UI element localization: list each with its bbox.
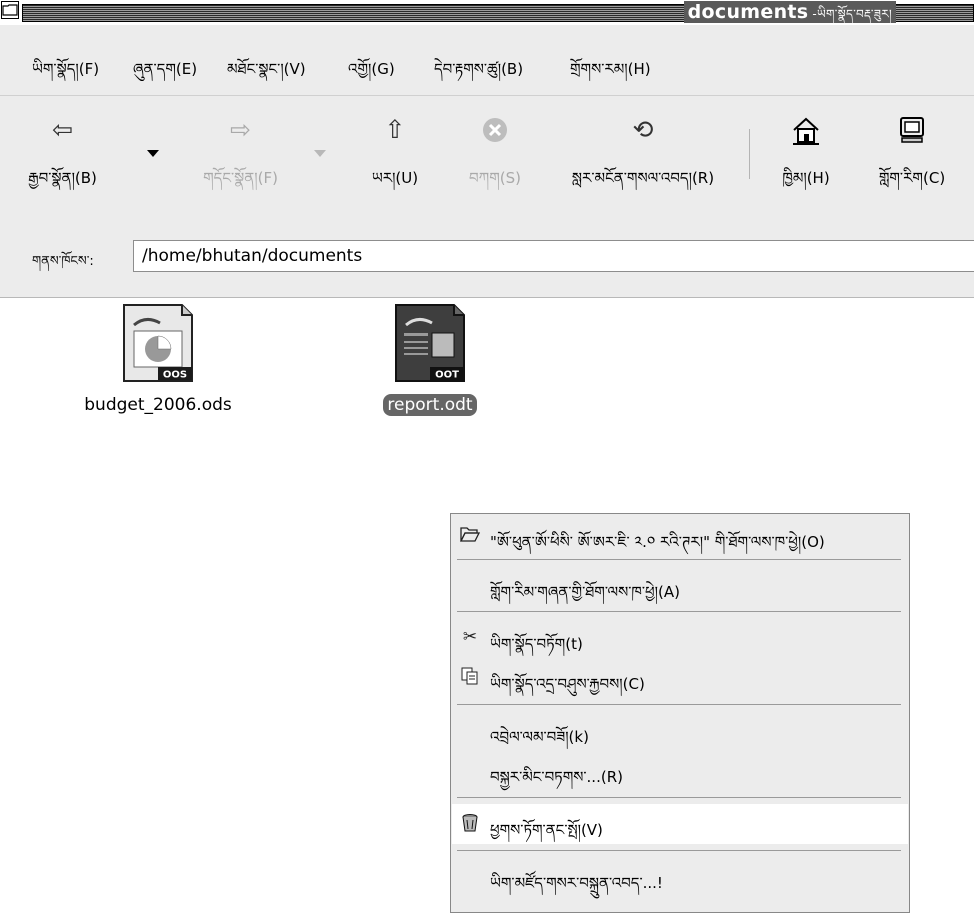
menu-go[interactable]: འགྱོ།(G): [348, 53, 395, 95]
window-title-suffix: -ཡིག་སྣོད་བརྡ་ཟུར།: [812, 7, 892, 21]
back-history-dropdown[interactable]: [147, 150, 159, 157]
menu-item-make-link[interactable]: འབྲེལ་ལམ་བཟོ།(k): [452, 711, 908, 751]
arrow-up-icon: ⇧: [384, 115, 406, 144]
toolbar: ⇦ རྒྱབ་སྣོན།(B) ⇨ གདོང་སྣོན།(F) ⇧ ཡར།(U)…: [0, 95, 974, 209]
menu-view[interactable]: མཐོང་སྣང་།(V): [227, 53, 306, 95]
computer-icon: [898, 116, 926, 150]
menu-item-open-with-other[interactable]: གློག་རིམ་གཞན་གྱི་ཐོག་ལས་ཁ་ཕྱེ།(A): [452, 566, 908, 606]
file-name-budget: budget_2006.ods: [84, 395, 232, 415]
reload-button[interactable]: ⟲ སླར་མངོན་གསལ་འབད།(R): [548, 96, 738, 208]
menu-separator: [457, 559, 901, 560]
back-button-label: རྒྱབ་སྣོན།(B): [28, 169, 97, 187]
location-input[interactable]: [133, 240, 974, 272]
trash-icon: [460, 813, 480, 833]
home-button[interactable]: ཁྱིམ།(H): [756, 96, 856, 208]
file-item-report[interactable]: OOT report.odt: [355, 303, 505, 416]
menu-help[interactable]: གྲོགས་རམ།(H): [570, 53, 651, 95]
context-menu: "ཨོ་ཕུན་ཨོ་ཕིསི་ ཨོ་ཨར་ཇི་ ༢.༠ རའི་ཊར།" …: [450, 513, 910, 913]
budget-file-badge: OOS: [163, 370, 187, 381]
file-item-budget[interactable]: OOS budget_2006.ods: [48, 303, 268, 415]
location-label: གནས་ཁོངས་:: [32, 254, 94, 269]
scissors-icon: ✂: [462, 627, 478, 647]
window-title: documents -ཡིག་སྣོད་བརྡ་ཟུར།: [683, 1, 896, 23]
location-bar: གནས་ཁོངས་:: [0, 207, 974, 298]
stop-button[interactable]: བཀག(S): [440, 96, 550, 208]
window-menu-icon[interactable]: [1, 1, 19, 19]
menu-item-label: "ཨོ་ཕུན་ཨོ་ཕིསི་ ཨོ་ཨར་ཇི་ ༢.༠ རའི་ཊར།" …: [490, 533, 825, 551]
computer-button[interactable]: གློག་རིག(C): [862, 96, 962, 208]
forward-button-label: གདོང་སྣོན།(F): [203, 169, 278, 187]
arrow-left-icon: ⇦: [52, 115, 73, 144]
menu-separator: [457, 611, 901, 612]
menu-item-move-to-trash[interactable]: ཕྱགས་ཏོག་ནང་སྤོ།(V): [452, 804, 908, 844]
menu-separator: [457, 704, 901, 705]
menu-separator: [457, 797, 901, 798]
forward-button[interactable]: ⇨ གདོང་སྣོན།(F): [173, 96, 308, 208]
menu-item-copy[interactable]: ཡིག་སྣོད་འདྲ་བཤུས་རྐྱབས།(C): [452, 658, 908, 698]
window-title-main: documents: [687, 1, 809, 23]
reload-icon: ⟲: [632, 115, 654, 144]
arrow-right-icon: ⇨: [230, 115, 251, 144]
reload-button-label: སླར་མངོན་གསལ་འབད།(R): [571, 169, 715, 187]
menu-bar: ཡིག་སྣོད།(F) ཞུན་དག(E) མཐོང་སྣང་།(V) འགྱ…: [0, 25, 974, 95]
report-file-badge: OOT: [435, 370, 459, 381]
folder-open-icon: [459, 525, 481, 545]
menu-file[interactable]: ཡིག་སྣོད།(F): [32, 53, 99, 95]
stop-icon: [481, 116, 509, 150]
computer-button-label: གློག་རིག(C): [878, 169, 946, 187]
spreadsheet-file-icon: OOS: [120, 304, 196, 387]
menu-item-create-archive[interactable]: ཡིག་མཛོད་གསར་བསྐྲུན་འབད་...!: [452, 857, 908, 897]
copy-icon: [460, 667, 480, 687]
menu-item-open-with-default[interactable]: "ཨོ་ཕུན་ཨོ་ཕིསི་ ཨོ་ཨར་ཇི་ ༢.༠ རའི་ཊར།" …: [452, 516, 908, 556]
home-icon: [791, 116, 821, 152]
menu-edit[interactable]: ཞུན་དག(E): [133, 53, 197, 95]
title-bar: documents -ཡིག་སྣོད་བརྡ་ཟུར།: [0, 0, 974, 26]
file-name-report: report.odt: [383, 394, 477, 416]
menu-item-cut[interactable]: ✂ ཡིག་སྣོད་བཏོག(t): [452, 618, 908, 658]
menu-separator: [457, 850, 901, 851]
menu-item-rename[interactable]: བསྐྱར་མིང་བཏགས་...(R): [452, 751, 908, 791]
menu-item-label: ཡིག་མཛོད་གསར་བསྐྲུན་འབད་...!: [490, 874, 663, 892]
toolbar-separator: [749, 129, 750, 179]
home-button-label: ཁྱིམ།(H): [782, 169, 830, 187]
up-button[interactable]: ⇧ ཡར།(U): [345, 96, 445, 208]
text-document-file-icon: OOT: [392, 304, 468, 387]
stop-button-label: བཀག(S): [469, 169, 521, 187]
forward-history-dropdown[interactable]: [314, 150, 326, 157]
up-button-label: ཡར།(U): [371, 169, 419, 187]
back-button[interactable]: ⇦ རྒྱབ་སྣོན།(B): [0, 96, 125, 208]
menu-bookmarks[interactable]: དེབ་རྟགས་ཚུ།(B): [434, 53, 523, 95]
